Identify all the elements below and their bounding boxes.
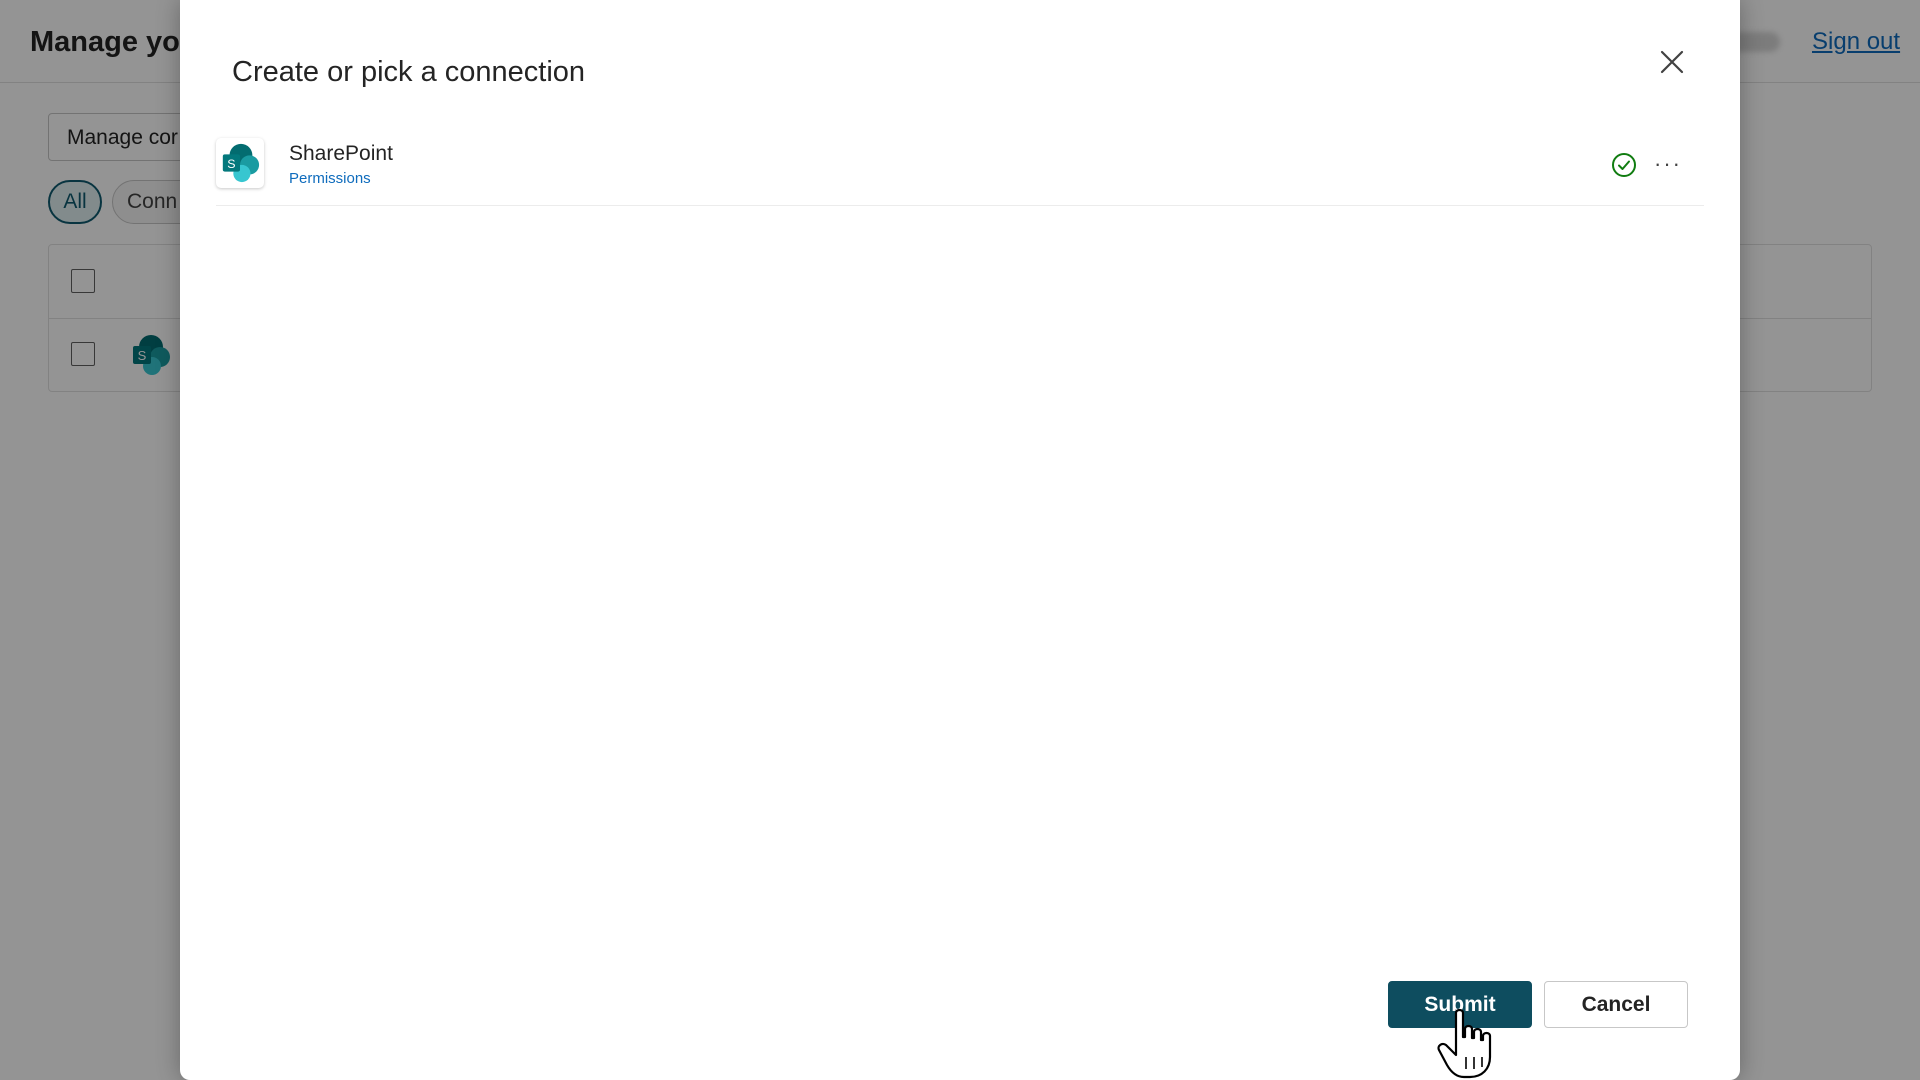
submit-button[interactable]: Submit	[1388, 981, 1532, 1028]
more-options-button[interactable]: ···	[1648, 146, 1688, 182]
connection-list-item[interactable]: S SharePoint Permissions ···	[216, 134, 1704, 206]
close-button[interactable]	[1654, 44, 1690, 80]
connection-icon-tile: S	[216, 138, 264, 188]
permissions-link[interactable]: Permissions	[289, 170, 371, 187]
close-icon	[1660, 50, 1684, 74]
connection-dialog: Create or pick a connection S SharePoint…	[180, 0, 1740, 1080]
connection-name: SharePoint	[289, 142, 393, 165]
more-icon: ···	[1654, 151, 1682, 176]
sharepoint-icon: S	[222, 143, 260, 183]
svg-text:S: S	[227, 157, 235, 171]
dialog-title: Create or pick a connection	[232, 56, 586, 88]
check-circle-icon	[1612, 153, 1636, 177]
cancel-button[interactable]: Cancel	[1544, 981, 1688, 1028]
